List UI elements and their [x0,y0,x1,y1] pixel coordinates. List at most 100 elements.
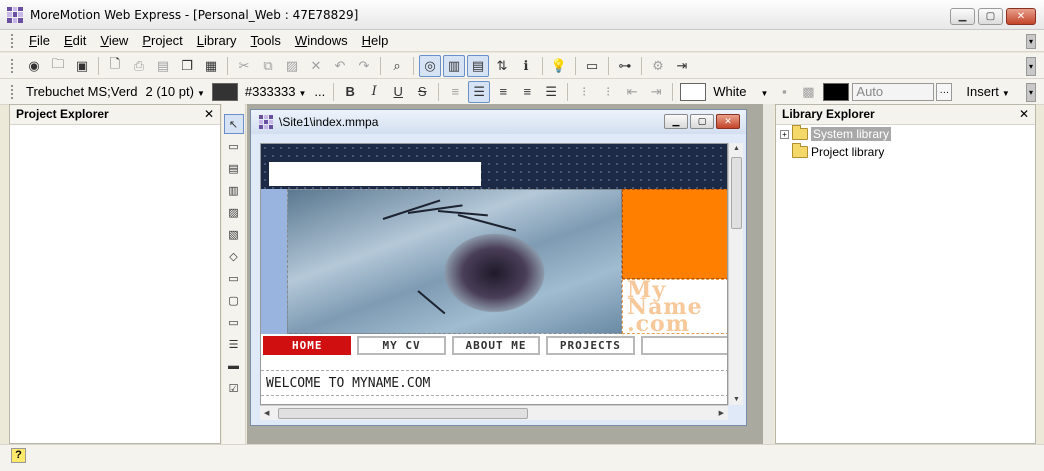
header-text-box[interactable] [269,162,481,186]
copy-icon[interactable]: ⧉ [257,55,279,77]
menu-file[interactable]: File [22,31,57,51]
undo-icon[interactable]: ↶ [329,55,351,77]
back-color-select[interactable]: White ▼ [709,84,772,99]
doc-minimize-button[interactable]: ▁ [664,114,688,129]
globe-icon[interactable]: ◉ [23,55,45,77]
toolbar-grip[interactable] [10,32,14,49]
outdent-icon[interactable]: ⇤ [621,81,643,103]
menu-windows[interactable]: Windows [288,31,355,51]
bold-icon[interactable]: B [339,81,361,103]
gear-icon[interactable]: ⚙ [647,55,669,77]
insert-menu[interactable]: Insert ▼ [960,84,1015,99]
toolbar-overflow-icon[interactable]: ▾ [1026,57,1036,76]
text-document-icon[interactable]: ▤ [224,158,244,178]
new-page-icon[interactable]: 🗋 [104,55,126,77]
minimize-button[interactable]: ▁ [950,8,975,25]
delete-icon[interactable]: ✕ [305,55,327,77]
chart-icon[interactable]: ▦ [200,55,222,77]
connect-icon[interactable]: ⊶ [614,55,636,77]
cut-icon[interactable]: ✂ [233,55,255,77]
menu-overflow-icon[interactable]: ▾ [1026,34,1036,49]
welcome-text[interactable]: WELCOME TO MYNAME.COM [261,370,727,396]
layout-view-icon[interactable]: ▤ [467,54,489,77]
close-icon[interactable]: ✕ [204,105,214,124]
align-center-icon[interactable]: ≡ [492,81,514,103]
toolbar-grip[interactable] [10,57,14,74]
pointer-icon[interactable]: ↖ [223,114,244,134]
italic-icon[interactable]: I [363,81,385,103]
info-icon[interactable]: ℹ [515,55,537,77]
preview-icon[interactable]: ⌕ [386,55,408,77]
nav-projects-button[interactable]: PROJECTS [546,336,635,355]
design-view-icon[interactable]: ◎ [419,54,441,77]
menu-help[interactable]: Help [355,31,396,51]
justify-icon[interactable]: ☰ [540,81,562,103]
save-icon[interactable]: ▤ [152,55,174,77]
more-colors-button[interactable]: ... [310,84,329,99]
nav-cv-button[interactable]: MY CV [357,336,446,355]
text-box-icon[interactable]: ▥ [224,180,244,200]
border-color-select[interactable]: Auto [852,82,935,101]
grid-view-icon[interactable]: ▥ [443,54,465,77]
indent-icon[interactable]: ≡ [444,81,466,103]
menu-view[interactable]: View [93,31,135,51]
close-button[interactable]: ✕ [1006,8,1036,25]
maximize-button[interactable]: ▢ [978,8,1003,25]
fore-color-swatch[interactable] [211,82,238,101]
nav-home-button[interactable]: HOME [263,336,352,355]
folders-icon[interactable]: ▣ [71,55,93,77]
panel-icon[interactable]: ▢ [224,290,244,310]
horizontal-scroll-thumb[interactable] [278,408,528,419]
doc-close-button[interactable]: ✕ [716,114,740,129]
label-icon[interactable]: ▭ [224,268,244,288]
fore-color-select[interactable]: #333333 ▼ [241,84,311,99]
shape-icon[interactable]: ◇ [224,246,244,266]
nav-about-button[interactable]: ABOUT ME [451,336,541,355]
toolbar-grip[interactable] [10,83,14,100]
image-icon[interactable]: ▨ [224,202,244,222]
open-folder-icon[interactable]: 🗀 [47,55,69,77]
border-color-more-button[interactable]: … [936,82,953,101]
font-size-select[interactable]: 2 (10 pt) ▼ [142,84,209,99]
export-icon[interactable]: ⇥ [671,55,693,77]
align-left-icon[interactable]: ☰ [468,80,491,103]
strikethrough-icon[interactable]: S [411,81,433,103]
text-area-icon[interactable]: ☰ [224,334,244,354]
logo-box[interactable]: My Name .com [622,279,727,334]
nav-more-button[interactable] [640,336,727,355]
page-canvas[interactable]: My Name .com HOME MY CV ABOUT ME PROJECT… [260,143,728,405]
copy-page-icon[interactable]: ❐ [176,55,198,77]
checkbox-icon[interactable]: ☑ [224,378,244,398]
bullet-list-icon[interactable]: ⁝ [597,81,619,103]
menu-edit[interactable]: Edit [57,31,93,51]
menu-project[interactable]: Project [135,31,189,51]
redo-icon[interactable]: ↷ [353,55,375,77]
tree-item-project-library[interactable]: Project library [776,143,1035,161]
input-field-icon[interactable]: ▭ [224,312,244,332]
background-image-icon[interactable]: ▩ [797,81,819,103]
arrange-icon[interactable]: ⇅ [491,55,513,77]
left-strip[interactable] [261,189,287,334]
expand-icon[interactable]: + [780,129,789,139]
menu-library[interactable]: Library [190,31,244,51]
indent-more-icon[interactable]: ⇥ [645,81,667,103]
button-icon[interactable]: ▬ [224,356,244,376]
tree-item-system-library[interactable]: + System library [776,125,1035,143]
numbered-list-icon[interactable]: ⁝ [573,81,595,103]
vertical-scroll-thumb[interactable] [731,157,742,229]
back-color-swatch[interactable] [680,82,707,101]
toolbar-overflow-icon[interactable]: ▾ [1026,83,1036,102]
rectangle-icon[interactable]: ▭ [224,136,244,156]
window-icon[interactable]: ▭ [581,55,603,77]
align-right-icon[interactable]: ≡ [516,81,538,103]
image-map-icon[interactable]: ▧ [224,224,244,244]
close-icon[interactable]: ✕ [1019,105,1029,124]
help-icon[interactable]: ? [11,448,26,463]
horizontal-scrollbar[interactable]: ◀ ▶ [260,405,728,420]
eye-image[interactable] [287,189,622,334]
font-name-select[interactable]: Trebuchet MS;Verd [22,84,142,99]
transparent-icon[interactable]: ▪ [773,81,795,103]
border-color-swatch[interactable] [823,82,850,101]
paste-icon[interactable]: ▨ [281,55,303,77]
lightbulb-icon[interactable]: 💡 [548,55,570,77]
